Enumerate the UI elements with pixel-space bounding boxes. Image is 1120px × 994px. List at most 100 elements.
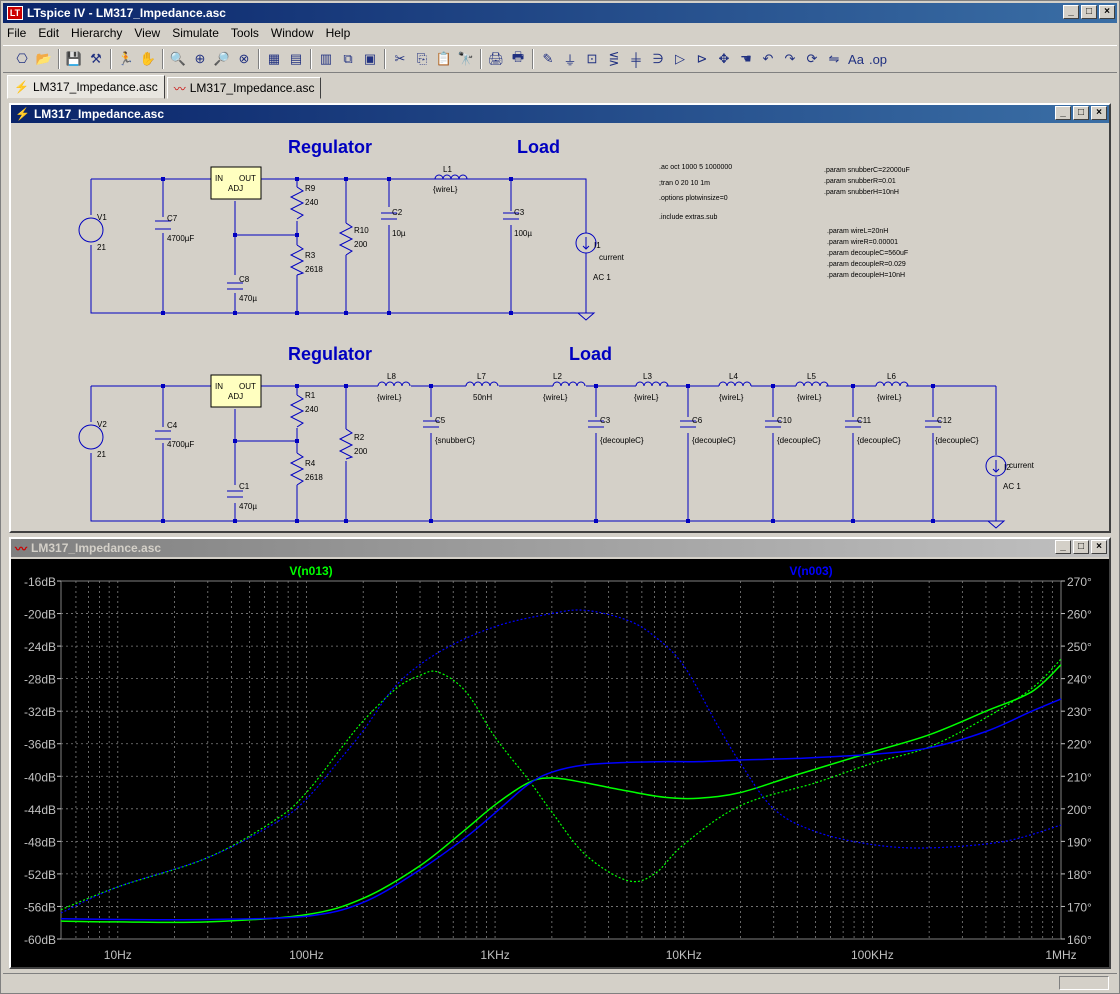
- schematic-window-icon: ⚡: [15, 107, 30, 121]
- y-right-tick-label: 170°: [1067, 900, 1092, 914]
- maximize-button[interactable]: □: [1081, 5, 1097, 19]
- inductor-icon[interactable]: ∋: [647, 48, 669, 70]
- drag-icon[interactable]: ☚: [735, 48, 757, 70]
- toolbar: ⎔ 📂 💾 ⚒ 🏃 ✋ 🔍 ⊕ 🔎 ⊗ ▦ ▤ ▥ ⧉ ▣ ✂ ⎘ 📋 🔭 🖨 🖶 ✎ ⏚ ⊡ ⋚ ╪ ∋ ▷ ⊳ ✥ ☚ ↶ ↷ ⟳ ⇋ Aa .op: [3, 45, 1117, 73]
- menu-simulate[interactable]: Simulate: [172, 26, 219, 40]
- schematic-close-button[interactable]: ×: [1091, 106, 1107, 120]
- zoom-out-icon[interactable]: 🔎: [211, 48, 233, 70]
- schematic-canvas[interactable]: IN OUT ADJ IN OUT ADJ Regulator Load Reg…: [11, 125, 1109, 531]
- menu-window[interactable]: Window: [271, 26, 314, 40]
- waveform-maximize-button[interactable]: □: [1073, 540, 1089, 554]
- y-left-tick-label: -40dB: [24, 770, 56, 784]
- rotate-icon[interactable]: ⟳: [801, 48, 823, 70]
- print-icon[interactable]: 🖶: [507, 48, 529, 70]
- y-left-tick-label: -48dB: [24, 835, 56, 849]
- undo-icon[interactable]: ↶: [757, 48, 779, 70]
- zoom-in-icon[interactable]: 🔍: [167, 48, 189, 70]
- status-panel: [1059, 976, 1109, 990]
- tab-schematic[interactable]: ⚡ LM317_Impedance.asc: [7, 75, 165, 99]
- schematic-minimize-button[interactable]: _: [1055, 106, 1071, 120]
- legend-vn013[interactable]: V(n013): [289, 564, 332, 578]
- cascade-icon[interactable]: ⧉: [337, 48, 359, 70]
- redo-icon[interactable]: ↷: [779, 48, 801, 70]
- open-icon[interactable]: 📂: [33, 48, 55, 70]
- x-tick-label: 10Hz: [104, 948, 132, 962]
- capacitor-icon[interactable]: ╪: [625, 48, 647, 70]
- value-r1: 240: [305, 405, 319, 414]
- param-snubberc[interactable]: .param snubberC=22000uF: [824, 167, 910, 174]
- move-icon[interactable]: ✥: [713, 48, 735, 70]
- menu-help[interactable]: Help: [326, 26, 351, 40]
- lm317-regulator-1[interactable]: [210, 166, 262, 200]
- spice-directive-icon[interactable]: .op: [867, 48, 889, 70]
- save-icon[interactable]: 💾: [63, 48, 85, 70]
- cut-icon[interactable]: ✂: [389, 48, 411, 70]
- tile-icon[interactable]: ▥: [315, 48, 337, 70]
- toolbar-separator: [110, 49, 112, 69]
- directive-options[interactable]: .options plotwinsize=0: [659, 195, 728, 202]
- menu-view[interactable]: View: [134, 26, 160, 40]
- value-l8: {wireL}: [377, 393, 402, 402]
- lm317-regulator-2[interactable]: [210, 374, 262, 408]
- menu-file[interactable]: File: [7, 26, 26, 40]
- directive-ac[interactable]: .ac oct 1000 5 1000000: [659, 164, 732, 171]
- mirror-icon[interactable]: ⇋: [823, 48, 845, 70]
- label-c2: C2: [392, 208, 403, 217]
- label-net-icon[interactable]: ⊡: [581, 48, 603, 70]
- y-left-tick-label: -60dB: [24, 933, 56, 947]
- ground-icon[interactable]: ⏚: [559, 48, 581, 70]
- menu-tools[interactable]: Tools: [231, 26, 259, 40]
- find-icon[interactable]: 🔭: [455, 48, 477, 70]
- halt-icon[interactable]: ✋: [137, 48, 159, 70]
- control-panel-icon[interactable]: ⚒: [85, 48, 107, 70]
- waveform-minimize-button[interactable]: _: [1055, 540, 1071, 554]
- new-schematic-icon[interactable]: ⎔: [11, 48, 33, 70]
- component-icon[interactable]: ⊳: [691, 48, 713, 70]
- run-icon[interactable]: 🏃: [115, 48, 137, 70]
- y-left-tick-label: -28dB: [24, 673, 56, 687]
- paste-icon[interactable]: 📋: [433, 48, 455, 70]
- param-snubberr[interactable]: .param snubberR=0.01: [824, 178, 896, 185]
- resistor-icon[interactable]: ⋚: [603, 48, 625, 70]
- menu-hierarchy[interactable]: Hierarchy: [71, 26, 122, 40]
- param-decoupler[interactable]: .param decoupleR=0.029: [827, 261, 906, 268]
- directive-include[interactable]: .include extras.sub: [659, 214, 717, 221]
- waveform-plot[interactable]: 10Hz 100Hz 1KHz 10KHz 100KHz 1MHz -16dB -20dB -…: [11, 559, 1109, 967]
- value-l5: {wireL}: [797, 393, 822, 402]
- value-c10: {decoupleC}: [777, 436, 821, 445]
- autorange-icon[interactable]: ▦: [263, 48, 285, 70]
- menu-edit[interactable]: Edit: [38, 26, 59, 40]
- param-snubberh[interactable]: .param snubberH=10nH: [824, 189, 899, 196]
- heading-regulator-1: Regulator: [288, 137, 372, 157]
- diode-icon[interactable]: ▷: [669, 48, 691, 70]
- close-button[interactable]: ×: [1099, 5, 1115, 19]
- copy-icon[interactable]: ⎘: [411, 48, 433, 70]
- value-r3: 2618: [305, 265, 323, 274]
- minimize-button[interactable]: _: [1063, 5, 1079, 19]
- x-tick-label: 100KHz: [851, 948, 894, 962]
- label-c5: C5: [435, 416, 446, 425]
- value-v2: 21: [97, 450, 106, 459]
- pick-visible-icon[interactable]: ▤: [285, 48, 307, 70]
- directive-tran[interactable]: ;tran 0 20 10 1m: [659, 180, 710, 187]
- print-setup-icon[interactable]: 🖨: [485, 48, 507, 70]
- close-windows-icon[interactable]: ▣: [359, 48, 381, 70]
- text-icon[interactable]: Aa: [845, 48, 867, 70]
- schematic-tab-icon: ⚡: [14, 80, 29, 94]
- param-decoupleh[interactable]: .param decoupleH=10nH: [827, 272, 905, 279]
- param-wirel[interactable]: .param wireL=20nH: [827, 228, 888, 235]
- zoom-pan-icon[interactable]: ⊕: [189, 48, 211, 70]
- param-wirer[interactable]: .param wireR=0.00001: [827, 239, 898, 246]
- y-right-tick-label: 230°: [1067, 705, 1092, 719]
- param-decouplec[interactable]: .param decoupleC=560uF: [827, 250, 908, 257]
- tab-waveform[interactable]: 〰 LM317_Impedance.asc: [166, 77, 322, 99]
- legend-vn003[interactable]: V(n003): [789, 564, 832, 578]
- zoom-fit-icon[interactable]: ⊗: [233, 48, 255, 70]
- waveform-close-button[interactable]: ×: [1091, 540, 1107, 554]
- value-c1: 470µ: [239, 502, 257, 511]
- schematic-maximize-button[interactable]: □: [1073, 106, 1089, 120]
- heading-load-2: Load: [569, 344, 612, 364]
- ltspice-app: LT LTspice IV - LM317_Impedance.asc _ □ …: [0, 0, 1120, 994]
- label-l4: L4: [729, 372, 738, 381]
- wire-icon[interactable]: ✎: [537, 48, 559, 70]
